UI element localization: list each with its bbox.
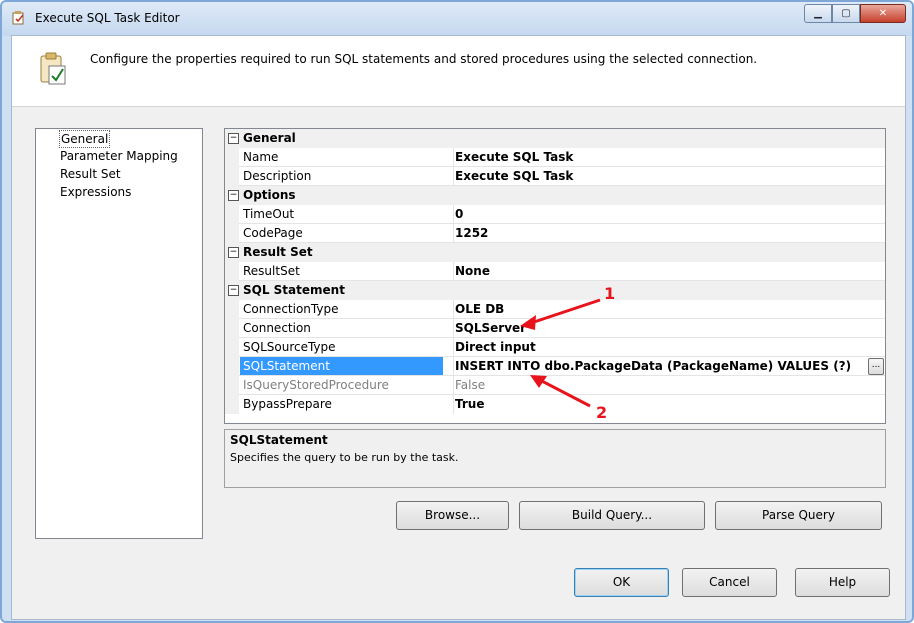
execute-sql-task-editor-window: Execute SQL Task Editor ▁ ▢ ✕ Configure … xyxy=(0,0,914,623)
annotation-arrows xyxy=(520,298,601,408)
annotation-arrow-1 xyxy=(520,298,601,330)
annotation-number-2: 2 xyxy=(596,403,608,422)
annotation-number-1: 1 xyxy=(604,284,616,303)
annotation-arrow-2 xyxy=(530,375,591,408)
